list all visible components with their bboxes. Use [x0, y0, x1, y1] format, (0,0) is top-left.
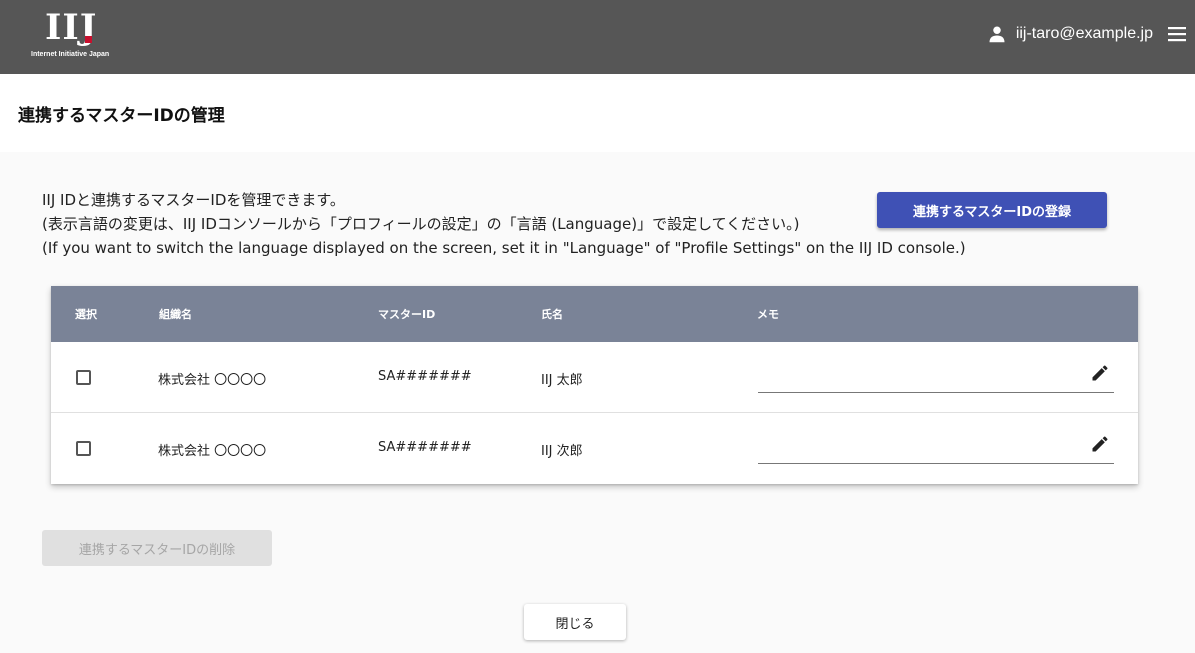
row-select-checkbox[interactable]	[76, 370, 91, 385]
memo-underline	[758, 463, 1114, 464]
master-id-cell: SA#######	[378, 440, 472, 455]
description: IIJ IDと連携するマスターIDを管理できます。 (表示言語の変更は、IIJ …	[42, 188, 966, 260]
person-icon	[989, 26, 1005, 43]
user-email[interactable]: iij-taro@example.jp	[1016, 25, 1153, 43]
org-cell: 株式会社 〇〇〇〇	[158, 373, 267, 388]
logo-red-dot	[85, 36, 92, 43]
memo-underline	[758, 392, 1114, 393]
row-select-checkbox[interactable]	[76, 441, 91, 456]
description-line-1: IIJ IDと連携するマスターIDを管理できます。	[42, 191, 345, 209]
description-line-2: (表示言語の変更は、IIJ IDコンソールから「プロフィールの設定」の「言語 (…	[42, 215, 800, 233]
header-org: 組織名	[159, 308, 192, 321]
table-row: 株式会社 〇〇〇〇 SA####### IIJ 太郎	[51, 342, 1138, 413]
table-row: 株式会社 〇〇〇〇 SA####### IIJ 次郎	[51, 413, 1138, 484]
header-select: 選択	[75, 308, 97, 321]
top-app-bar: IIJ Internet Initiative Japan iij-taro@e…	[0, 0, 1195, 74]
master-id-table: 選択 組織名 マスターID 氏名 メモ 株式会社 〇〇〇〇 SA####### …	[51, 286, 1138, 484]
name-cell: IIJ 太郎	[541, 373, 583, 388]
header-master-id: マスターID	[378, 308, 436, 321]
org-cell: 株式会社 〇〇〇〇	[158, 444, 267, 459]
header-memo: メモ	[757, 308, 779, 321]
user-area: iij-taro@example.jp	[988, 20, 1195, 48]
name-cell: IIJ 次郎	[541, 444, 583, 459]
delete-master-id-button[interactable]: 連携するマスターIDの削除	[42, 530, 272, 566]
pencil-edit-icon[interactable]	[1090, 434, 1110, 454]
close-button[interactable]: 閉じる	[524, 604, 626, 640]
page-title: 連携するマスターIDの管理	[18, 106, 225, 126]
logo-subtext: Internet Initiative Japan	[31, 51, 110, 58]
table-header: 選択 組織名 マスターID 氏名 メモ	[51, 286, 1138, 342]
master-id-cell: SA#######	[378, 369, 472, 384]
description-line-3: (If you want to switch the language disp…	[42, 239, 966, 257]
iij-logo[interactable]: IIJ Internet Initiative Japan	[31, 8, 123, 64]
register-master-id-button[interactable]: 連携するマスターIDの登録	[877, 192, 1107, 228]
header-name: 氏名	[541, 308, 563, 321]
hamburger-menu-icon[interactable]	[1165, 22, 1189, 46]
pencil-edit-icon[interactable]	[1090, 363, 1110, 383]
page-title-bar: 連携するマスターIDの管理	[0, 74, 1195, 152]
